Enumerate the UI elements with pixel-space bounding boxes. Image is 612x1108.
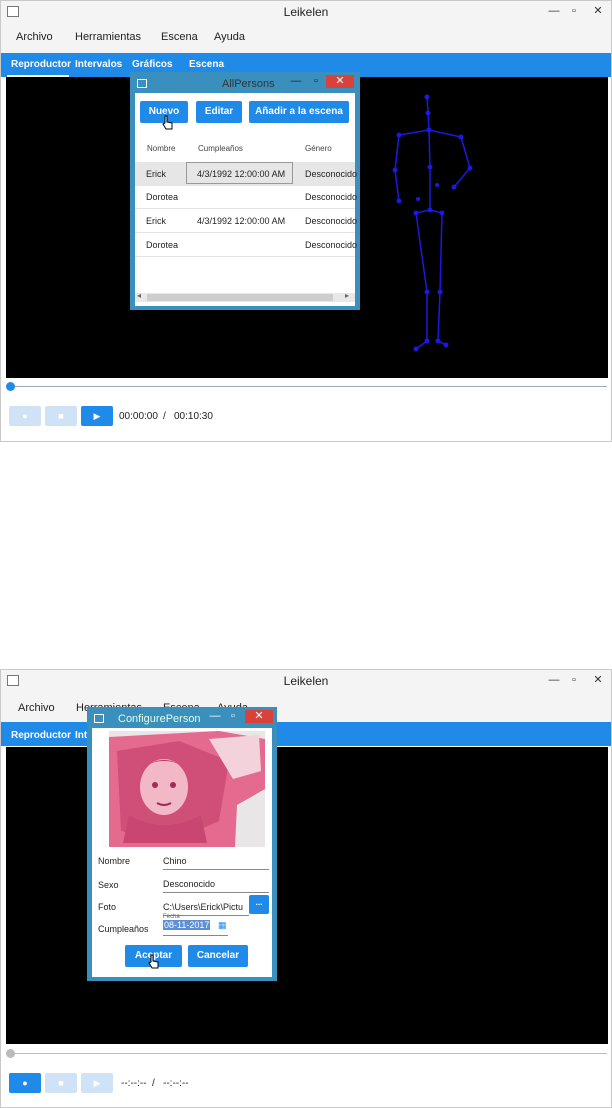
tab-intervalos[interactable]: Int xyxy=(75,730,87,741)
browse-photo-button[interactable]: ... xyxy=(249,895,269,914)
close-icon[interactable]: ✕ xyxy=(589,672,607,688)
cell-cumple[interactable]: 4/3/1992 12:00:00 AM xyxy=(197,169,285,179)
sexo-label: Sexo xyxy=(98,880,119,890)
dialog-title: ConfigurePerson xyxy=(118,713,201,725)
record-button[interactable]: ● xyxy=(9,406,41,426)
time-separator: / xyxy=(152,1078,155,1089)
menu-archivo[interactable]: Archivo xyxy=(16,31,53,43)
cell-cumple[interactable]: 4/3/1992 12:00:00 AM xyxy=(197,216,285,226)
timeline-track[interactable] xyxy=(9,386,607,387)
all-persons-dialog: AllPersons — ▫ ✕ Nuevo Editar Añadir a l… xyxy=(130,72,360,310)
cell-genero[interactable]: Desconocido xyxy=(305,240,357,250)
dialog-close-icon[interactable]: ✕ xyxy=(245,710,273,723)
calendar-icon[interactable]: ▦ xyxy=(218,920,227,931)
dialog-title: AllPersons xyxy=(222,78,275,90)
title-bar[interactable]: Leikelen — ▫ ✕ xyxy=(1,670,611,692)
timeline-thumb[interactable] xyxy=(6,382,15,391)
cell-genero[interactable]: Desconocido xyxy=(305,216,357,226)
foto-label: Foto xyxy=(98,902,117,912)
stop-button[interactable]: ■ xyxy=(45,1073,77,1093)
cell-genero[interactable]: Desconocido xyxy=(305,169,357,179)
menu-archivo[interactable]: Archivo xyxy=(18,702,55,714)
dialog-close-icon[interactable]: ✕ xyxy=(326,75,354,88)
cell-nombre[interactable]: Erick xyxy=(146,169,166,179)
row-divider xyxy=(135,185,355,186)
cursor-icon xyxy=(162,115,173,130)
cell-nombre[interactable]: Dorotea xyxy=(146,240,178,250)
editar-button[interactable]: Editar xyxy=(196,101,242,123)
scroll-thumb[interactable] xyxy=(147,294,333,301)
play-button[interactable]: ▶ xyxy=(81,406,113,426)
maximize-icon[interactable]: ▫ xyxy=(567,3,581,19)
tab-graficos[interactable]: Gráficos xyxy=(132,59,173,70)
column-nombre[interactable]: Nombre xyxy=(147,144,175,153)
scroll-left-icon[interactable]: ◂ xyxy=(137,291,141,300)
anadir-escena-button[interactable]: Añadir a la escena xyxy=(249,101,349,123)
cell-nombre[interactable]: Erick xyxy=(146,216,166,226)
dialog-body: Nombre Chino Sexo Desconocido Foto C:\Us… xyxy=(92,728,272,977)
row-divider xyxy=(135,208,355,209)
dialog-minimize-icon[interactable]: — xyxy=(290,73,302,89)
stop-button[interactable]: ■ xyxy=(45,406,77,426)
dialog-maximize-icon[interactable]: ▫ xyxy=(227,708,239,724)
time-total: 00:10:30 xyxy=(174,411,213,422)
timeline-track[interactable] xyxy=(9,1053,607,1054)
time-total: --:--:-- xyxy=(163,1078,189,1089)
maximize-icon[interactable]: ▫ xyxy=(567,672,581,688)
cumpleanos-label: Cumpleaños xyxy=(98,924,149,934)
dialog-minimize-icon[interactable]: — xyxy=(209,708,221,724)
timeline-thumb[interactable] xyxy=(6,1049,15,1058)
tab-escena[interactable]: Escena xyxy=(189,59,224,70)
play-button[interactable]: ▶ xyxy=(81,1073,113,1093)
horizontal-scrollbar[interactable]: ◂ ▸ xyxy=(135,291,355,302)
dialog-icon xyxy=(94,714,104,723)
configure-person-dialog: ConfigurePerson — ▫ ✕ Nombre Chino Sexo … xyxy=(87,707,277,981)
window-title: Leikelen xyxy=(283,5,329,19)
close-icon[interactable]: ✕ xyxy=(589,3,607,19)
cell-nombre[interactable]: Dorotea xyxy=(146,192,178,202)
nombre-label: Nombre xyxy=(98,856,131,866)
dialog-icon xyxy=(137,79,147,88)
column-cumpleanos[interactable]: Cumpleaños xyxy=(198,144,243,153)
person-photo xyxy=(109,731,265,847)
cancelar-button[interactable]: Cancelar xyxy=(188,945,248,967)
nombre-field[interactable]: Chino xyxy=(163,856,269,870)
time-separator: / xyxy=(163,411,166,422)
menu-ayuda[interactable]: Ayuda xyxy=(214,31,245,43)
time-current: 00:00:00 xyxy=(119,411,158,422)
minimize-icon[interactable]: — xyxy=(547,672,561,688)
column-genero[interactable]: Género xyxy=(305,144,332,153)
row-divider xyxy=(135,232,355,233)
cell-genero[interactable]: Desconocido xyxy=(305,192,357,202)
dialog-body: Nuevo Editar Añadir a la escena Nombre C… xyxy=(135,93,357,306)
minimize-icon[interactable]: — xyxy=(547,3,561,19)
cursor-icon xyxy=(148,954,159,969)
tab-reproductor[interactable]: Reproductor xyxy=(11,730,71,741)
scroll-right-icon[interactable]: ▸ xyxy=(345,291,349,300)
window-title: Leikelen xyxy=(283,674,329,688)
birthday-date-field[interactable]: 08-11-2017 xyxy=(163,920,211,930)
sexo-select[interactable]: Desconocido xyxy=(163,879,269,893)
time-current: --:--:-- xyxy=(121,1078,147,1089)
row-divider xyxy=(135,256,355,257)
tab-intervalos[interactable]: Intervalos xyxy=(75,59,122,70)
tab-reproductor[interactable]: Reproductor xyxy=(11,59,71,70)
menu-bar: Archivo Herramientas Escena Ayuda xyxy=(1,23,611,53)
record-button[interactable]: ● xyxy=(9,1073,41,1093)
menu-escena[interactable]: Escena xyxy=(161,31,198,43)
menu-herramientas[interactable]: Herramientas xyxy=(75,31,141,43)
date-underline xyxy=(163,935,228,936)
dialog-maximize-icon[interactable]: ▫ xyxy=(310,73,322,89)
title-bar[interactable]: Leikelen — ▫ ✕ xyxy=(1,1,611,23)
